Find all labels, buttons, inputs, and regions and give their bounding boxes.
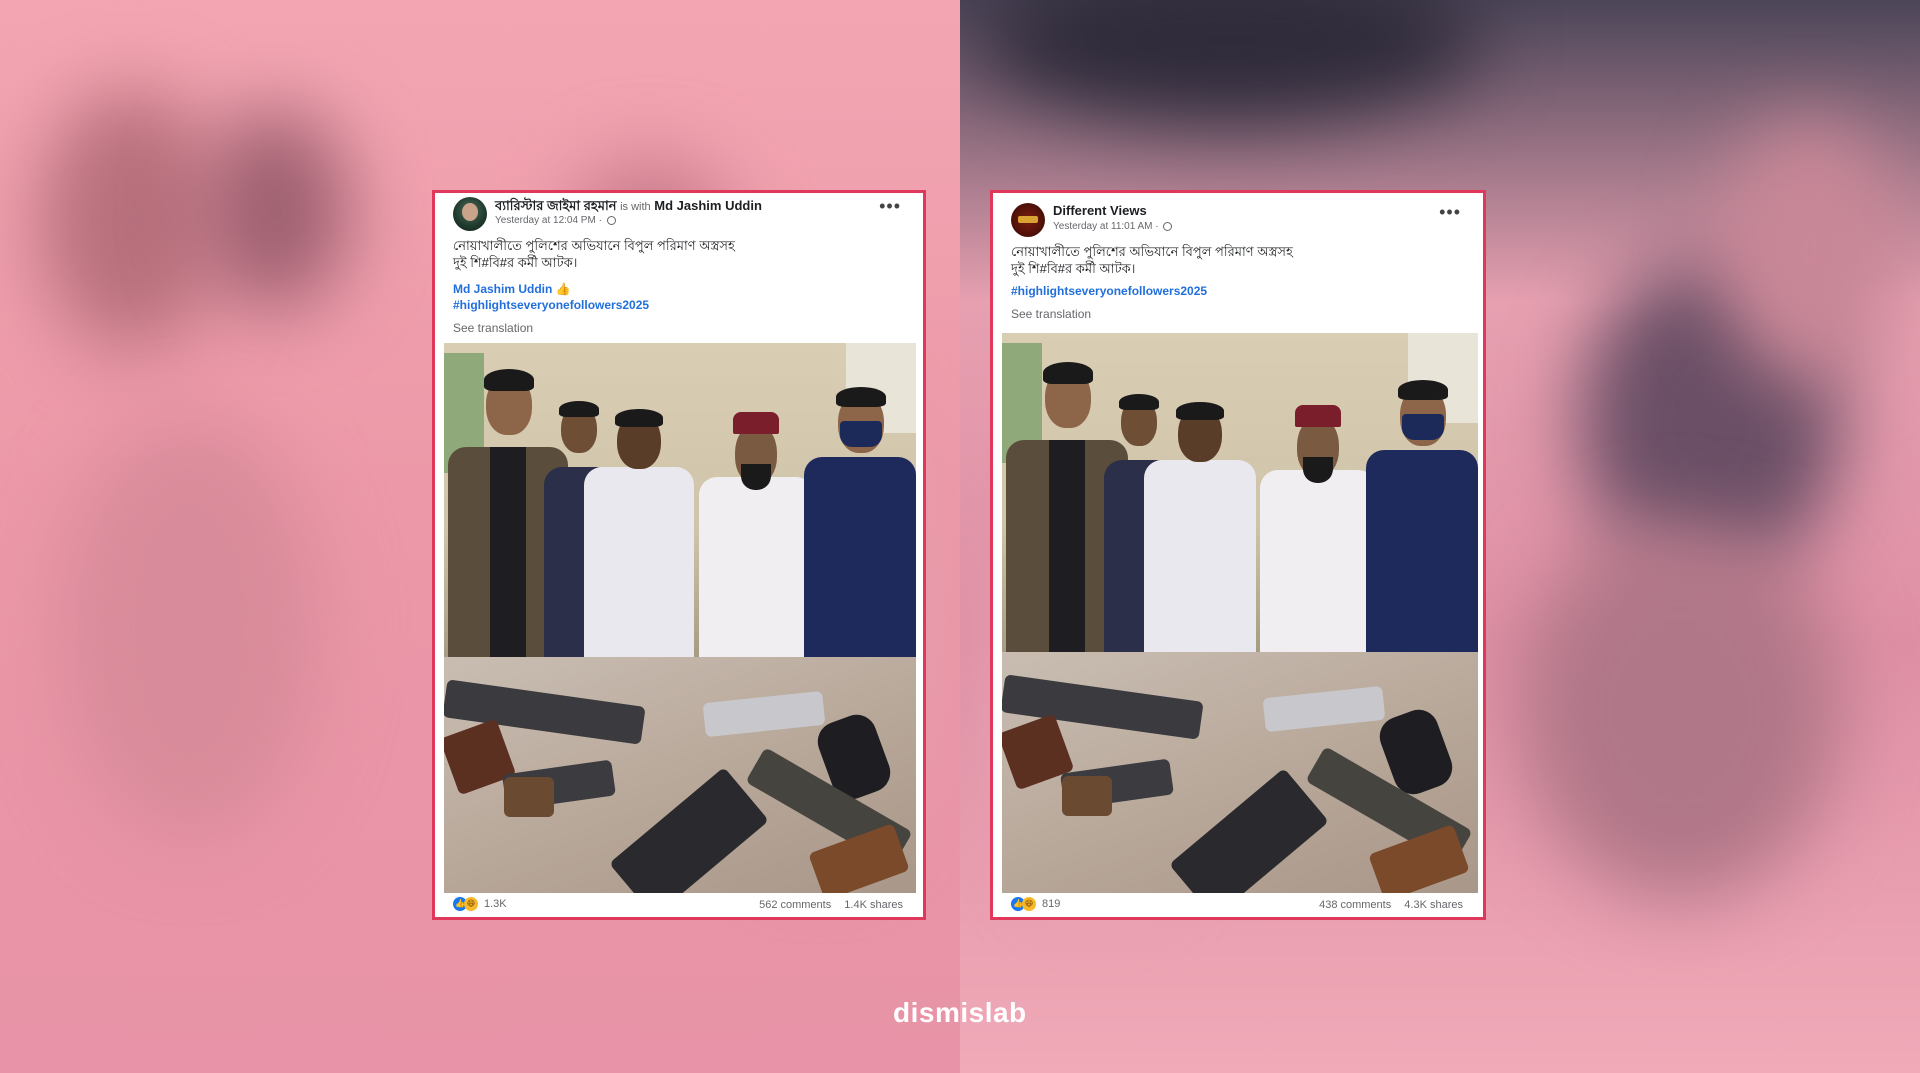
author-avatar[interactable]	[453, 197, 487, 231]
post-header: Different Views Yesterday at 11:01 AM · …	[993, 199, 1483, 243]
author-line: Different Views	[1053, 203, 1147, 218]
reactions-summary[interactable]: 👍 😆 1.3K	[453, 897, 507, 911]
pistol	[1169, 768, 1329, 893]
person-hair	[484, 368, 534, 391]
haha-reaction-icon: 😆	[464, 897, 478, 911]
pistol-grip	[1062, 776, 1112, 817]
page-avatar[interactable]	[1011, 203, 1045, 237]
person-cap	[1295, 405, 1341, 428]
person-cap	[733, 411, 779, 434]
post-body: নোয়াখালীতে পুলিশের অভিযানে বিপুল পরিমাণ…	[993, 243, 1483, 321]
person-hair	[615, 408, 663, 427]
hashtag-link[interactable]: #highlightseveryonefollowers2025	[1011, 283, 1465, 299]
facebook-post-left: ব্যারিস্টার জাইমা রহমান is with Md Jashi…	[432, 190, 926, 920]
silver-revolver	[702, 690, 826, 737]
post-meta: Yesterday at 11:01 AM ·	[1053, 221, 1173, 232]
photo-weapons-image	[444, 656, 916, 893]
pistol-grip	[504, 776, 554, 817]
post-text-line: দুই শি#বি#র কর্মী আটক।	[1011, 261, 1136, 276]
globe-icon	[606, 215, 616, 225]
post-text-line: নোয়াখালীতে পুলিশের অভিযানে বিপুল পরিমাণ…	[1011, 244, 1293, 259]
reactions-summary[interactable]: 👍 😆 819	[1011, 897, 1060, 911]
see-translation-link[interactable]: See translation	[1011, 307, 1465, 321]
post-text-line: নোয়াখালীতে পুলিশের অভিযানে বিপুল পরিমাণ…	[453, 238, 735, 253]
see-translation-link[interactable]: See translation	[453, 321, 905, 335]
person-beard	[1303, 457, 1333, 484]
dismislab-logo: dismislab	[893, 997, 1027, 1028]
blurred-shape	[980, 0, 1480, 120]
post-meta: Yesterday at 12:04 PM ·	[495, 215, 616, 226]
mention-link[interactable]: Md Jashim Uddin 👍	[453, 281, 905, 297]
blurred-shape	[200, 110, 350, 310]
person	[699, 411, 814, 657]
post-time[interactable]: Yesterday at 12:04 PM ·	[495, 215, 602, 226]
tag-block: Md Jashim Uddin 👍 #highlightseveryonefol…	[453, 281, 905, 313]
author-name[interactable]: ব্যারিস্টার জাইমা রহমান	[495, 198, 616, 213]
tagged-user[interactable]: Md Jashim Uddin	[654, 198, 762, 213]
more-options-icon[interactable]: •••	[1439, 203, 1461, 221]
reaction-count: 1.3K	[484, 898, 507, 910]
person-hair	[1176, 402, 1224, 421]
blurred-shape	[60, 420, 320, 840]
reaction-count: 819	[1042, 898, 1061, 910]
comments-count[interactable]: 562 comments	[759, 899, 831, 911]
silver-revolver	[1262, 686, 1386, 733]
shares-count[interactable]: 1.4K shares	[844, 899, 903, 911]
post-time[interactable]: Yesterday at 11:01 AM ·	[1053, 221, 1159, 232]
tag-block: #highlightseveryonefollowers2025	[1011, 283, 1465, 299]
person-uniform	[804, 456, 916, 657]
post-stats: 438 comments 4.3K shares	[1319, 899, 1463, 911]
person-kurta	[699, 476, 814, 657]
haha-reaction-icon: 😆	[1022, 897, 1036, 911]
hashtag-link[interactable]: #highlightseveryonefollowers2025	[453, 297, 905, 313]
post-body: নোয়াখালীতে পুলিশের অভিযানে বিপুল পরিমাণ…	[435, 237, 923, 335]
photo-group-image	[444, 343, 916, 657]
more-options-icon[interactable]: •••	[879, 197, 901, 215]
blurred-shape	[1720, 120, 1900, 380]
person-beard	[741, 463, 771, 490]
post-text: নোয়াখালীতে পুলিশের অভিযানে বিপুল পরিমাণ…	[1011, 243, 1465, 277]
blurred-shape	[1520, 520, 1840, 900]
post-photo[interactable]	[1002, 333, 1478, 893]
person	[584, 407, 694, 657]
facebook-post-right: Different Views Yesterday at 11:01 AM · …	[990, 190, 1486, 920]
globe-icon	[1163, 221, 1173, 231]
post-text-line: দুই শি#বি#র কর্মী আটক।	[453, 255, 578, 270]
person-shirt	[1049, 440, 1085, 653]
person	[1144, 400, 1256, 653]
blurred-shape	[40, 90, 220, 350]
person	[804, 385, 916, 657]
person-kurta	[1260, 470, 1376, 653]
with-text: is with	[620, 201, 651, 213]
post-photo[interactable]	[444, 343, 916, 893]
person-shirt	[490, 446, 526, 657]
person-uniform	[1366, 450, 1478, 653]
post-header: ব্যারিস্টার জাইমা রহমান is with Md Jashi…	[435, 193, 923, 237]
person	[1366, 378, 1478, 653]
photo-group-image	[1002, 333, 1478, 653]
person-mask	[1402, 414, 1444, 441]
photo-weapons-image	[1002, 652, 1478, 893]
person-hair	[836, 386, 886, 407]
person-kurta	[584, 466, 694, 657]
shares-count[interactable]: 4.3K shares	[1404, 899, 1463, 911]
person-hair	[1043, 362, 1093, 385]
author-name[interactable]: Different Views	[1053, 203, 1147, 218]
comments-count[interactable]: 438 comments	[1319, 899, 1391, 911]
person-kurta	[1144, 460, 1256, 653]
person-mask	[840, 420, 882, 447]
person-hair	[1398, 380, 1448, 401]
person	[1260, 405, 1376, 653]
post-stats: 562 comments 1.4K shares	[759, 899, 903, 911]
pistol	[609, 766, 769, 893]
post-text: নোয়াখালীতে পুলিশের অভিযানে বিপুল পরিমাণ…	[453, 237, 905, 271]
